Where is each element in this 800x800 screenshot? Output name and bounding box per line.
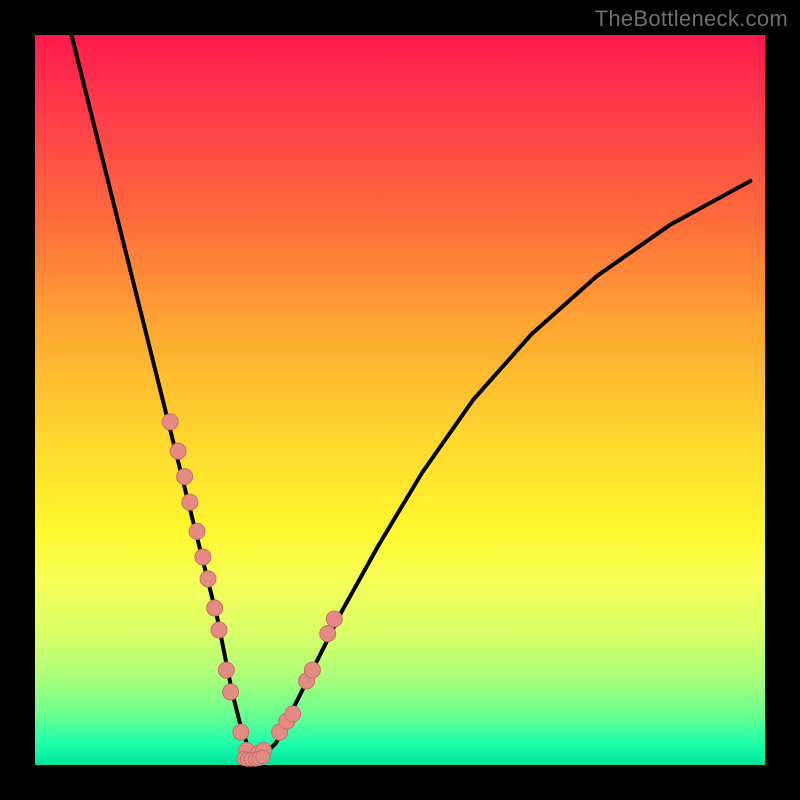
data-marker bbox=[177, 469, 193, 485]
data-marker bbox=[223, 684, 239, 700]
data-marker bbox=[189, 523, 205, 539]
data-marker bbox=[233, 724, 249, 740]
bottleneck-curve bbox=[72, 35, 751, 758]
curve-layer bbox=[72, 35, 751, 758]
plot-area bbox=[35, 35, 765, 765]
data-marker bbox=[207, 600, 223, 616]
data-marker bbox=[285, 706, 301, 722]
data-marker bbox=[162, 414, 178, 430]
data-marker bbox=[195, 549, 211, 565]
data-marker bbox=[218, 662, 234, 678]
marker-layer bbox=[162, 414, 342, 766]
data-marker bbox=[326, 611, 342, 627]
chart-svg bbox=[35, 35, 765, 765]
data-marker bbox=[320, 626, 336, 642]
data-marker bbox=[200, 571, 216, 587]
data-marker bbox=[182, 494, 198, 510]
data-marker bbox=[170, 443, 186, 459]
data-marker bbox=[256, 750, 270, 764]
data-marker bbox=[304, 662, 320, 678]
chart-frame: TheBottleneck.com bbox=[0, 0, 800, 800]
watermark-text: TheBottleneck.com bbox=[595, 6, 788, 32]
data-marker bbox=[211, 622, 227, 638]
